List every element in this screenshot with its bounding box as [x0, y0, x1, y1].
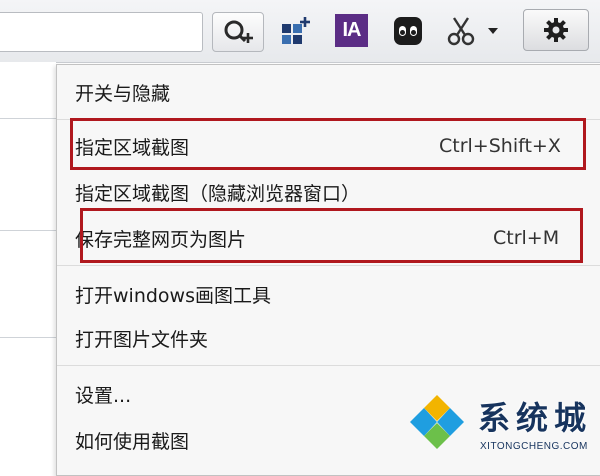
menu-item-region-screenshot-hide-browser[interactable]: 指定区域截图（隐藏浏览器窗口）	[57, 171, 600, 213]
browser-toolbar: IA	[0, 0, 600, 63]
highlight-box-save-full-page	[80, 208, 583, 263]
menu-item-label: 打开图片文件夹	[75, 328, 209, 351]
menu-item-toggle-hide[interactable]: 开关与隐藏	[57, 71, 600, 113]
watermark: 系统城 XITONGCHENG.COM	[402, 385, 600, 463]
settings-button[interactable]	[523, 9, 589, 51]
menu-separator	[57, 265, 600, 266]
grid-plus-button[interactable]	[278, 14, 312, 48]
chevron-down-icon	[488, 28, 498, 34]
ia-icon: IA	[342, 19, 362, 41]
watermark-title: 系统城	[478, 399, 593, 437]
divider	[0, 230, 56, 231]
grid-plus-icon	[282, 17, 310, 44]
menu-item-open-image-folder[interactable]: 打开图片文件夹	[57, 317, 600, 359]
zoom-in-button[interactable]	[212, 12, 264, 52]
ghost-icon	[394, 17, 422, 45]
menu-item-open-paint[interactable]: 打开windows画图工具	[57, 273, 600, 315]
highlight-box-region-screenshot	[70, 118, 586, 170]
menu-separator	[57, 365, 600, 366]
screenshot-button[interactable]	[443, 14, 479, 48]
menu-item-label: 设置...	[75, 384, 132, 407]
ia-button[interactable]: IA	[335, 14, 368, 47]
screenshot-dropdown-button[interactable]	[486, 24, 500, 38]
divider	[0, 118, 56, 119]
divider	[0, 337, 56, 338]
menu-item-label: 开关与隐藏	[75, 82, 171, 105]
menu-item-label: 如何使用截图	[75, 430, 190, 453]
scissors-icon	[447, 17, 475, 46]
watermark-subtitle: XITONGCHENG.COM	[480, 441, 588, 452]
menu-item-label: 指定区域截图（隐藏浏览器窗口）	[75, 182, 361, 205]
zoom-in-icon	[224, 20, 253, 43]
address-bar[interactable]	[0, 12, 203, 52]
ghost-extension-button[interactable]	[390, 13, 426, 49]
gear-icon	[544, 18, 568, 42]
page-background	[0, 62, 56, 463]
menu-item-label: 打开windows画图工具	[75, 284, 271, 307]
watermark-logo-icon	[410, 395, 464, 449]
